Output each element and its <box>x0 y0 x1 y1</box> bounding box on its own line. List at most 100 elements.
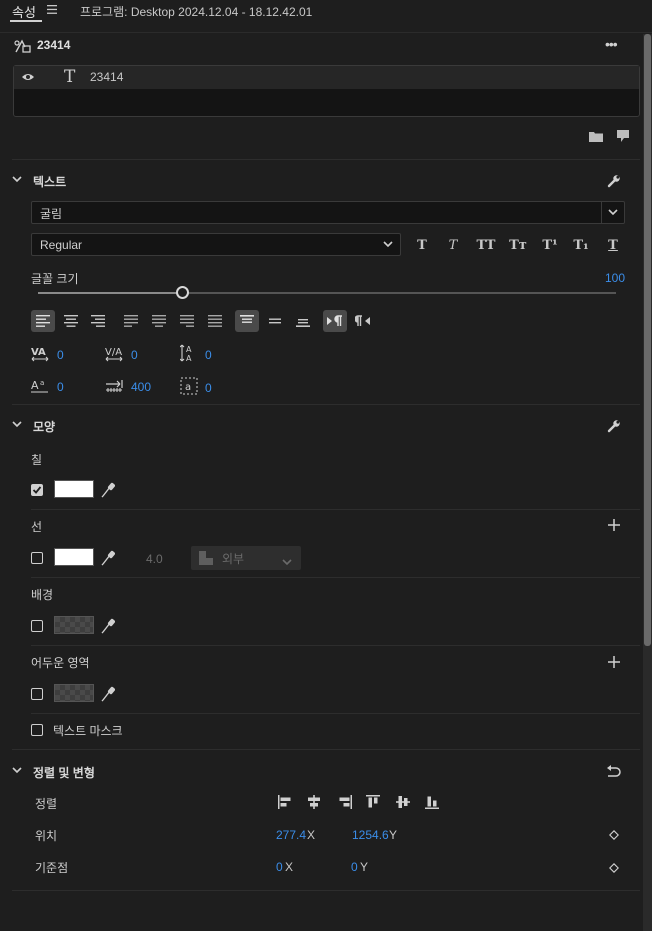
align-vertical-center-icon[interactable] <box>396 795 410 812</box>
collapse-text-chevron-icon[interactable] <box>12 176 22 183</box>
shadow-checkbox[interactable] <box>31 688 43 700</box>
add-stroke-plus-icon[interactable] <box>608 519 620 534</box>
graphic-layer-icon <box>14 38 32 54</box>
eyedropper-icon[interactable] <box>101 686 116 705</box>
underline-button[interactable]: T <box>604 238 622 253</box>
reset-icon[interactable] <box>606 765 622 781</box>
text-section-title: 텍스트 <box>33 175 67 189</box>
tracking-value[interactable]: 0 <box>131 348 138 362</box>
superscript-button[interactable]: T¹ <box>541 238 559 253</box>
anchor-y-suffix: Y <box>360 860 369 874</box>
position-y-value[interactable]: 1254.6 <box>352 828 389 842</box>
new-layer-icon[interactable] <box>617 130 629 142</box>
anchor-y-value[interactable]: 0 <box>351 860 358 874</box>
tsume-value[interactable]: 0 <box>205 381 212 395</box>
align-bottom-button[interactable] <box>291 310 315 332</box>
justify-left-button[interactable] <box>119 310 143 332</box>
svg-text:a: a <box>40 379 44 387</box>
chevron-down-icon[interactable] <box>608 209 618 216</box>
align-center-button[interactable] <box>59 310 83 332</box>
align-bottom-edge-icon[interactable] <box>425 795 439 812</box>
more-options-button[interactable]: ••• <box>605 36 618 52</box>
eyedropper-icon[interactable] <box>101 550 116 569</box>
text-layer-icon: T <box>64 67 76 87</box>
eyedropper-icon[interactable] <box>101 618 116 637</box>
scrollbar-thumb[interactable] <box>644 34 651 646</box>
anchor-x-value[interactable]: 0 <box>276 860 283 874</box>
stroke-width-value[interactable]: 4.0 <box>146 552 163 566</box>
background-color-swatch[interactable] <box>54 616 94 634</box>
tab-underline <box>10 20 42 22</box>
text-mask-checkbox[interactable] <box>31 724 43 736</box>
svg-text:VA: VA <box>31 347 46 358</box>
align-right-edge-icon[interactable] <box>338 795 352 812</box>
wrench-icon[interactable] <box>607 419 621 433</box>
eye-icon[interactable] <box>21 72 35 82</box>
position-keyframe-diamond-icon[interactable] <box>609 829 619 843</box>
anchor-label: 기준점 <box>35 861 69 875</box>
stroke-checkbox[interactable] <box>31 552 43 564</box>
position-x-value[interactable]: 277.4 <box>276 828 306 842</box>
justify-all-button[interactable] <box>203 310 227 332</box>
leading-value[interactable]: 0 <box>205 348 212 362</box>
svg-text:A: A <box>31 379 39 392</box>
all-caps-button[interactable]: TT <box>474 238 498 253</box>
background-checkbox[interactable] <box>31 620 43 632</box>
chevron-down-icon[interactable] <box>383 241 393 248</box>
stroke-color-swatch[interactable] <box>54 548 94 566</box>
font-size-slider-handle[interactable] <box>176 286 189 299</box>
tab-program[interactable]: 프로그램: Desktop 2024.12.04 - 18.12.42.01 <box>80 3 312 20</box>
font-size-label: 글꼴 크기 <box>31 272 79 286</box>
position-label: 위치 <box>35 829 58 843</box>
hamburger-icon[interactable] <box>47 5 57 14</box>
wrench-icon[interactable] <box>607 174 621 188</box>
position-x-suffix: X <box>307 828 316 842</box>
position-y-suffix: Y <box>389 828 398 842</box>
fill-color-swatch[interactable] <box>54 480 94 498</box>
justify-right-button[interactable] <box>175 310 199 332</box>
layer-item-name[interactable]: 23414 <box>90 70 123 84</box>
tracking-icon: V/A <box>105 345 123 365</box>
divider-stroke <box>31 577 640 578</box>
baseline-shift-value[interactable]: 0 <box>57 380 64 394</box>
divider-4 <box>12 890 640 891</box>
subscript-button[interactable]: T₁ <box>572 238 590 253</box>
background-label: 배경 <box>31 588 54 602</box>
font-style-dropdown[interactable] <box>31 233 401 256</box>
font-dropdown-divider <box>601 202 602 223</box>
svg-text:a: a <box>185 382 191 393</box>
stroke-label: 선 <box>31 520 43 534</box>
add-shadow-plus-icon[interactable] <box>608 656 620 671</box>
small-caps-button[interactable]: Tт <box>506 238 530 253</box>
tab-properties[interactable]: 속성 <box>12 2 36 21</box>
align-right-button[interactable] <box>86 310 110 332</box>
align-middle-button[interactable] <box>263 310 287 332</box>
folder-icon[interactable] <box>589 131 603 142</box>
leading-icon: AA <box>179 343 198 366</box>
collapse-transform-chevron-icon[interactable] <box>12 767 22 774</box>
kerning-value[interactable]: 0 <box>57 348 64 362</box>
font-family-dropdown[interactable] <box>31 201 625 224</box>
bold-button[interactable]: T <box>413 238 431 253</box>
kerning-icon: VA <box>31 345 49 365</box>
collapse-appearance-chevron-icon[interactable] <box>12 421 22 428</box>
rtl-direction-button[interactable] <box>351 310 375 332</box>
font-size-value[interactable]: 100 <box>605 271 625 285</box>
justify-center-button[interactable] <box>147 310 171 332</box>
align-horizontal-center-icon[interactable] <box>307 795 321 812</box>
anchor-keyframe-diamond-icon[interactable] <box>609 862 619 876</box>
shadow-color-swatch[interactable] <box>54 684 94 702</box>
text-mask-label: 텍스트 마스크 <box>53 724 123 738</box>
align-top-button[interactable] <box>235 310 259 332</box>
fill-checkbox[interactable] <box>31 484 43 496</box>
align-top-edge-icon[interactable] <box>366 795 380 812</box>
italic-button[interactable]: T <box>444 238 462 253</box>
ltr-direction-button[interactable] <box>323 310 347 332</box>
appearance-section-title: 모양 <box>33 420 56 434</box>
tab-width-value[interactable]: 400 <box>131 380 151 394</box>
svg-text:A: A <box>186 354 192 363</box>
align-left-button[interactable] <box>31 310 55 332</box>
tsume-icon: a <box>180 377 198 398</box>
align-left-edge-icon[interactable] <box>278 795 292 812</box>
eyedropper-icon[interactable] <box>101 482 116 501</box>
